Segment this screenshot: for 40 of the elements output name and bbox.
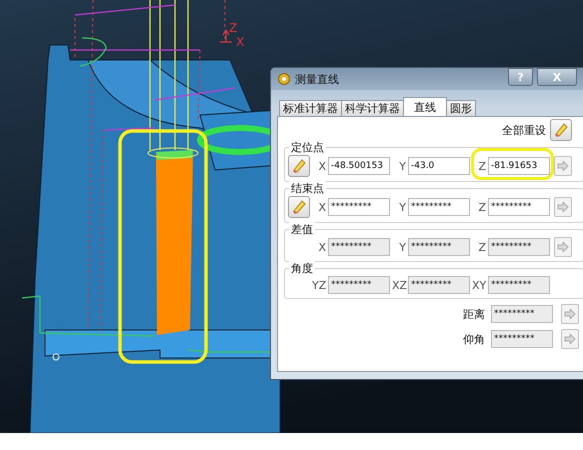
axis-field-label: Y: [398, 200, 406, 214]
coordinate-field[interactable]: *********: [328, 276, 390, 294]
axis-field-label: Y: [398, 240, 406, 254]
coordinate-field[interactable]: *********: [488, 238, 550, 256]
axis-field-label: X: [317, 160, 326, 172]
window-title: 测量直线: [295, 72, 339, 86]
coordinate-field[interactable]: -43.0: [408, 157, 470, 175]
group-title: 结束点: [289, 181, 326, 196]
reset-all-label: 全部重设: [502, 122, 546, 138]
coordinate-field[interactable]: *********: [488, 198, 550, 216]
coordinate-field[interactable]: *********: [328, 238, 390, 256]
coordinate-field[interactable]: *********: [408, 198, 470, 216]
result-label: 距离: [463, 306, 485, 322]
coordinate-field[interactable]: -81.91653: [488, 157, 550, 175]
axis-field-label: Z: [477, 200, 486, 214]
group-title: 定位点: [289, 140, 326, 155]
coordinate-field[interactable]: *********: [408, 276, 470, 294]
tab[interactable]: 科学计算器: [341, 100, 404, 116]
group-title: 角度: [289, 261, 315, 276]
group-title: 差值: [289, 222, 315, 237]
axis-label: Z: [229, 21, 238, 35]
coordinate-field[interactable]: *********: [488, 276, 550, 294]
axis-field-label: Z: [477, 240, 486, 254]
result-field[interactable]: *********: [491, 330, 553, 348]
axis-label: X: [236, 35, 244, 49]
result-field[interactable]: *********: [491, 305, 553, 323]
axis-field-label: X: [317, 240, 326, 254]
coordinate-field[interactable]: *********: [328, 198, 390, 216]
axis-field-label: Z: [477, 160, 486, 172]
axis-field-label: XZ: [392, 278, 406, 292]
axis-field-label: YZ: [312, 278, 326, 292]
tab[interactable]: 直线: [403, 97, 447, 116]
tab[interactable]: 圆形: [446, 100, 476, 116]
coordinate-field[interactable]: *********: [408, 238, 470, 256]
axis-field-label: X: [317, 200, 326, 214]
axis-field-label: XY: [472, 278, 486, 292]
axis-field-label: Y: [398, 160, 406, 172]
coordinate-field[interactable]: -48.500153: [328, 157, 390, 175]
result-label: 仰角: [463, 332, 485, 346]
tab[interactable]: 标准计算器: [279, 100, 342, 116]
